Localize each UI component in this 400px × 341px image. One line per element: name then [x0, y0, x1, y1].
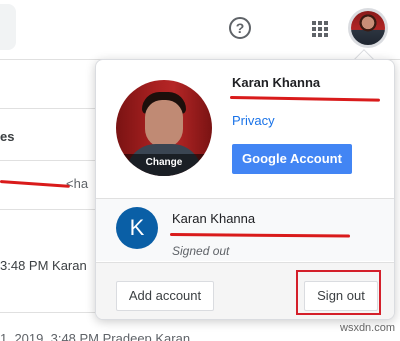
- watermark: wsxdn.com: [340, 322, 396, 334]
- avatar-photo: [351, 11, 385, 45]
- account-initial-avatar: K: [116, 207, 158, 249]
- account-photo[interactable]: Change: [116, 80, 212, 176]
- search-bar-edge[interactable]: [0, 4, 16, 50]
- list-divider: [0, 209, 95, 210]
- list-snippet: <ha: [66, 176, 89, 191]
- profile-avatar-button[interactable]: [348, 8, 388, 48]
- change-photo-label[interactable]: Change: [116, 154, 212, 176]
- add-account-button[interactable]: Add account: [116, 281, 214, 311]
- redaction-mark: [229, 96, 381, 102]
- column-header: es: [0, 129, 15, 144]
- account-name: Karan Khanna: [232, 75, 321, 90]
- list-divider: [0, 312, 95, 313]
- list-item-meta[interactable]: 3:48 PM Karan: [0, 258, 87, 273]
- other-account-row[interactable]: K Karan Khanna Signed out: [96, 199, 394, 261]
- list-item-meta[interactable]: 1, 2019, 3:48 PM Pradeep Karan: [0, 331, 190, 341]
- sign-out-highlight: [296, 270, 381, 315]
- redaction-mark: [0, 180, 70, 188]
- privacy-link[interactable]: Privacy: [232, 113, 275, 128]
- apps-grid-icon[interactable]: [312, 21, 328, 37]
- redaction-mark: [169, 233, 351, 238]
- signed-out-status: Signed out: [172, 244, 230, 258]
- list-divider: [0, 108, 95, 109]
- list-divider: [0, 160, 95, 161]
- google-account-button[interactable]: Google Account: [232, 144, 352, 174]
- help-icon[interactable]: ?: [229, 17, 251, 39]
- other-account-name: Karan Khanna: [172, 211, 256, 226]
